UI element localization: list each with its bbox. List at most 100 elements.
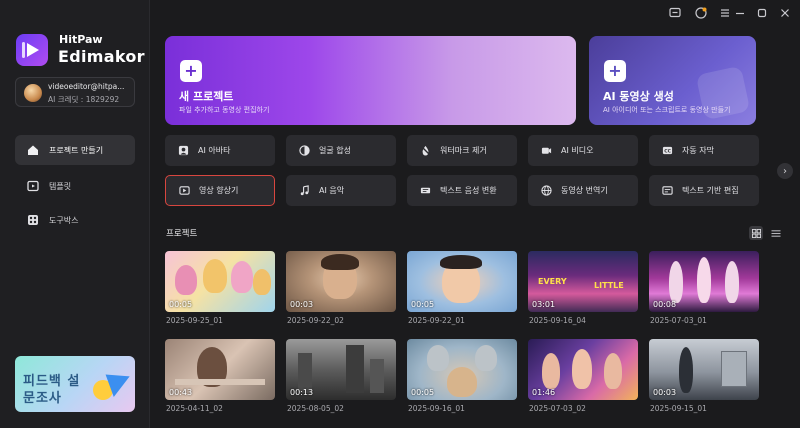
video-duration: 00:03	[290, 300, 314, 309]
feature-label: AI 비디오	[561, 146, 594, 155]
feature-label: 텍스트 기반 편집	[682, 186, 739, 195]
character-figure	[542, 353, 560, 389]
poster-shape	[721, 351, 747, 387]
ai-video-icon	[540, 145, 552, 157]
project-name: 2025-08-05_02	[287, 404, 344, 413]
project-thumbnail[interactable]: 00:03	[286, 251, 396, 312]
project-name: 2025-09-16_01	[408, 404, 465, 413]
feature-text-based-edit-button[interactable]: 텍스트 기반 편집	[649, 175, 759, 206]
alien-figure	[427, 345, 449, 371]
translate-icon	[540, 185, 552, 197]
project-thumbnail[interactable]: 00:05	[407, 339, 517, 400]
project-thumbnail[interactable]: 01:46	[528, 339, 638, 400]
feature-ai-avatar-button[interactable]: AI 아바타	[165, 135, 275, 166]
grid-view-icon	[751, 228, 761, 238]
project-name: 2025-07-03_01	[650, 316, 707, 325]
grid-view-button[interactable]	[749, 226, 763, 240]
notification-icon[interactable]	[694, 6, 708, 20]
new-project-subtitle: 파일 추가하고 동영상 편집하기	[179, 106, 270, 114]
project-thumbnail[interactable]: 00:05	[407, 251, 517, 312]
ruin-shape	[298, 353, 312, 393]
project-name: 2025-09-22_01	[408, 316, 465, 325]
video-duration: 00:03	[653, 388, 677, 397]
cat-figure	[447, 367, 477, 397]
chevron-right-icon: ›	[783, 165, 787, 177]
feature-label: 동영상 번역기	[561, 186, 608, 195]
alien-figure	[475, 345, 497, 371]
plus-icon: +	[180, 60, 202, 82]
feature-video-translator-button[interactable]: 동영상 번역기	[528, 175, 638, 206]
hair-shape	[440, 255, 482, 269]
desk-shape	[175, 379, 265, 385]
project-name: 2025-09-25_01	[166, 316, 223, 325]
bear-figure	[203, 259, 227, 293]
text-edit-icon	[661, 185, 673, 197]
video-duration: 00:05	[411, 300, 435, 309]
feedback-icon[interactable]	[668, 6, 682, 20]
character-figure	[572, 349, 592, 389]
hair-shape	[321, 254, 359, 270]
ruin-shape	[370, 359, 384, 393]
sidebar: HitPaw Edimakor videoeditor@hitpa... AI …	[0, 0, 150, 428]
toolbox-icon	[27, 214, 39, 226]
overlay-text: EVERY	[538, 277, 567, 286]
project-thumbnail[interactable]: 00:08	[649, 251, 759, 312]
feature-face-swap-button[interactable]: 얼굴 합성	[286, 135, 396, 166]
video-duration: 00:05	[169, 300, 193, 309]
character-figure	[604, 353, 622, 389]
menu-icon[interactable]	[718, 6, 732, 20]
project-thumbnail[interactable]: 00:05	[165, 251, 275, 312]
home-icon	[27, 144, 39, 156]
brand-name: Edimakor	[58, 47, 145, 66]
list-view-button[interactable]	[769, 226, 783, 240]
feature-label: 텍스트 음성 변환	[440, 186, 497, 195]
project-thumbnail[interactable]: 00:43	[165, 339, 275, 400]
feature-label: 자동 자막	[682, 146, 714, 155]
ai-video-subtitle: AI 아이디어 또는 스크립트로 동영상 만들기	[603, 106, 731, 114]
bear-figure	[175, 265, 197, 295]
music-icon	[298, 185, 310, 197]
sidebar-item-label: 프로젝트 만들기	[49, 145, 104, 155]
app-logo-icon	[16, 34, 48, 66]
ai-video-title: AI 동영상 생성	[603, 90, 674, 103]
maximize-icon[interactable]	[755, 6, 769, 20]
feedback-survey-banner[interactable]: 피드백 설 문조사	[15, 356, 135, 412]
video-duration: 00:43	[169, 388, 193, 397]
account-email: videoeditor@hitpa...	[48, 82, 125, 91]
minimize-icon[interactable]	[733, 6, 747, 20]
subtitle-icon: CC	[661, 145, 673, 157]
plus-icon: +	[604, 60, 626, 82]
ai-video-generation-card[interactable]: + AI 동영상 생성 AI 아이디어 또는 스크립트로 동영상 만들기	[589, 36, 756, 125]
scroll-right-button[interactable]: ›	[777, 163, 793, 179]
new-project-title: 새 프로젝트	[179, 90, 234, 103]
account-card[interactable]: videoeditor@hitpa... AI 크레딧 : 1829292	[15, 77, 135, 107]
project-thumbnail[interactable]: EVERY LITTLE 03:01	[528, 251, 638, 312]
ai-credits: AI 크레딧 : 1829292	[48, 95, 120, 104]
project-thumbnail[interactable]: 00:03	[649, 339, 759, 400]
tts-icon	[419, 185, 431, 197]
feature-label: AI 음악	[319, 186, 345, 195]
video-duration: 00:13	[290, 388, 314, 397]
close-icon[interactable]	[778, 6, 792, 20]
sidebar-item-templates[interactable]: 템플릿	[15, 171, 135, 201]
bear-figure	[253, 269, 271, 295]
watermark-remove-icon	[419, 145, 431, 157]
sidebar-item-create-project[interactable]: 프로젝트 만들기	[15, 135, 135, 165]
svg-text:CC: CC	[664, 149, 671, 155]
project-name: 2025-09-16_04	[529, 316, 586, 325]
project-name: 2025-07-03_02	[529, 404, 586, 413]
feature-auto-subtitle-button[interactable]: CC 자동 자막	[649, 135, 759, 166]
feature-watermark-remove-button[interactable]: 워터마크 제거	[407, 135, 517, 166]
feature-ai-video-button[interactable]: AI 비디오	[528, 135, 638, 166]
feature-label: 얼굴 합성	[319, 146, 351, 155]
feature-text-to-speech-button[interactable]: 텍스트 음성 변환	[407, 175, 517, 206]
feature-label: AI 아바타	[198, 146, 231, 155]
sidebar-item-toolbox[interactable]: 도구박스	[15, 205, 135, 235]
project-thumbnail[interactable]: 00:13	[286, 339, 396, 400]
video-duration: 03:01	[532, 300, 556, 309]
feature-ai-music-button[interactable]: AI 음악	[286, 175, 396, 206]
new-project-card[interactable]: + 새 프로젝트 파일 추가하고 동영상 편집하기	[165, 36, 576, 125]
dancer-figure	[697, 257, 711, 303]
feature-video-enhancer-button[interactable]: 영상 향상기	[165, 175, 275, 206]
project-name: 2025-09-15_01	[650, 404, 707, 413]
